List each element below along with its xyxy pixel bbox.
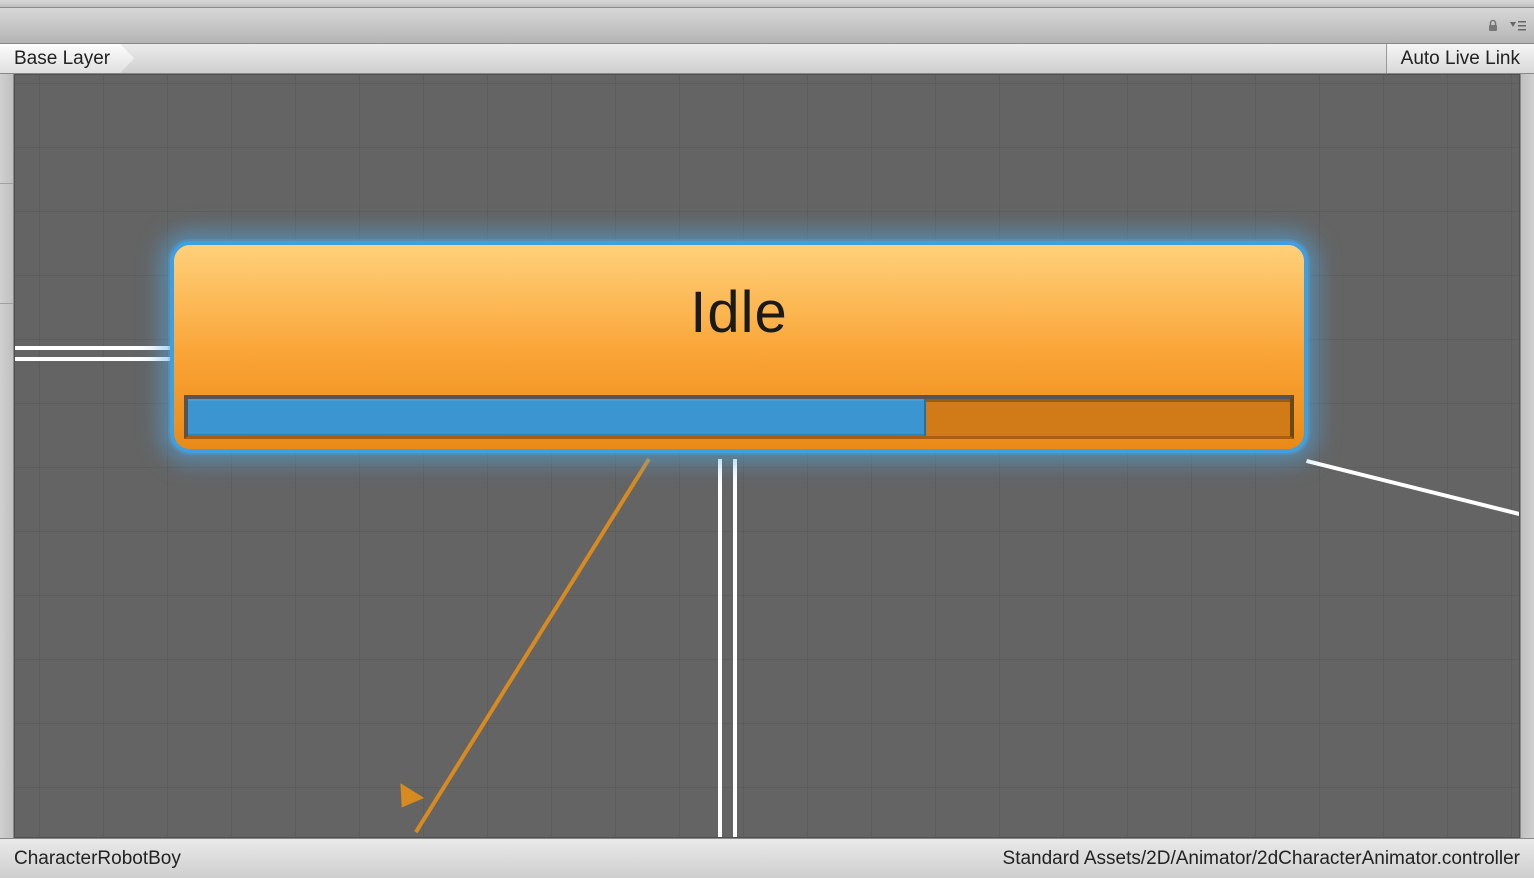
breadcrumb-layer[interactable]: Base Layer [0,44,134,73]
panel-options-icon[interactable] [1508,20,1526,32]
state-node-label: Idle [174,245,1304,346]
auto-live-link-toggle[interactable]: Auto Live Link [1386,44,1534,73]
transition-arrowhead-icon [390,783,424,815]
status-bar: CharacterRobotBoy Standard Assets/2D/Ani… [0,838,1534,878]
state-progress-track [184,395,1294,439]
transition-line[interactable] [733,459,737,838]
state-node-idle[interactable]: Idle [170,241,1308,453]
transition-line[interactable] [15,346,170,350]
transition-line[interactable] [718,459,722,838]
panel-segment [0,184,13,304]
transition-line[interactable] [1306,459,1520,535]
panel-segment [0,74,13,184]
animator-graph-canvas[interactable]: Idle [14,74,1520,838]
transition-line-orange[interactable] [414,458,651,833]
window-chrome-top [0,0,1534,8]
state-progress-fill [188,399,926,436]
auto-live-link-label: Auto Live Link [1401,48,1520,70]
lock-icon[interactable] [1486,19,1500,33]
status-object-name: CharacterRobotBoy [14,848,181,870]
status-asset-path: Standard Assets/2D/Animator/2dCharacterA… [1003,848,1520,870]
right-edge-panel [1520,74,1534,838]
breadcrumb-bar: Base Layer Auto Live Link [0,44,1534,74]
transition-line[interactable] [15,357,170,361]
breadcrumb-label: Base Layer [14,48,110,70]
animator-toolbar [0,8,1534,44]
layers-panel-collapsed[interactable] [0,74,14,838]
